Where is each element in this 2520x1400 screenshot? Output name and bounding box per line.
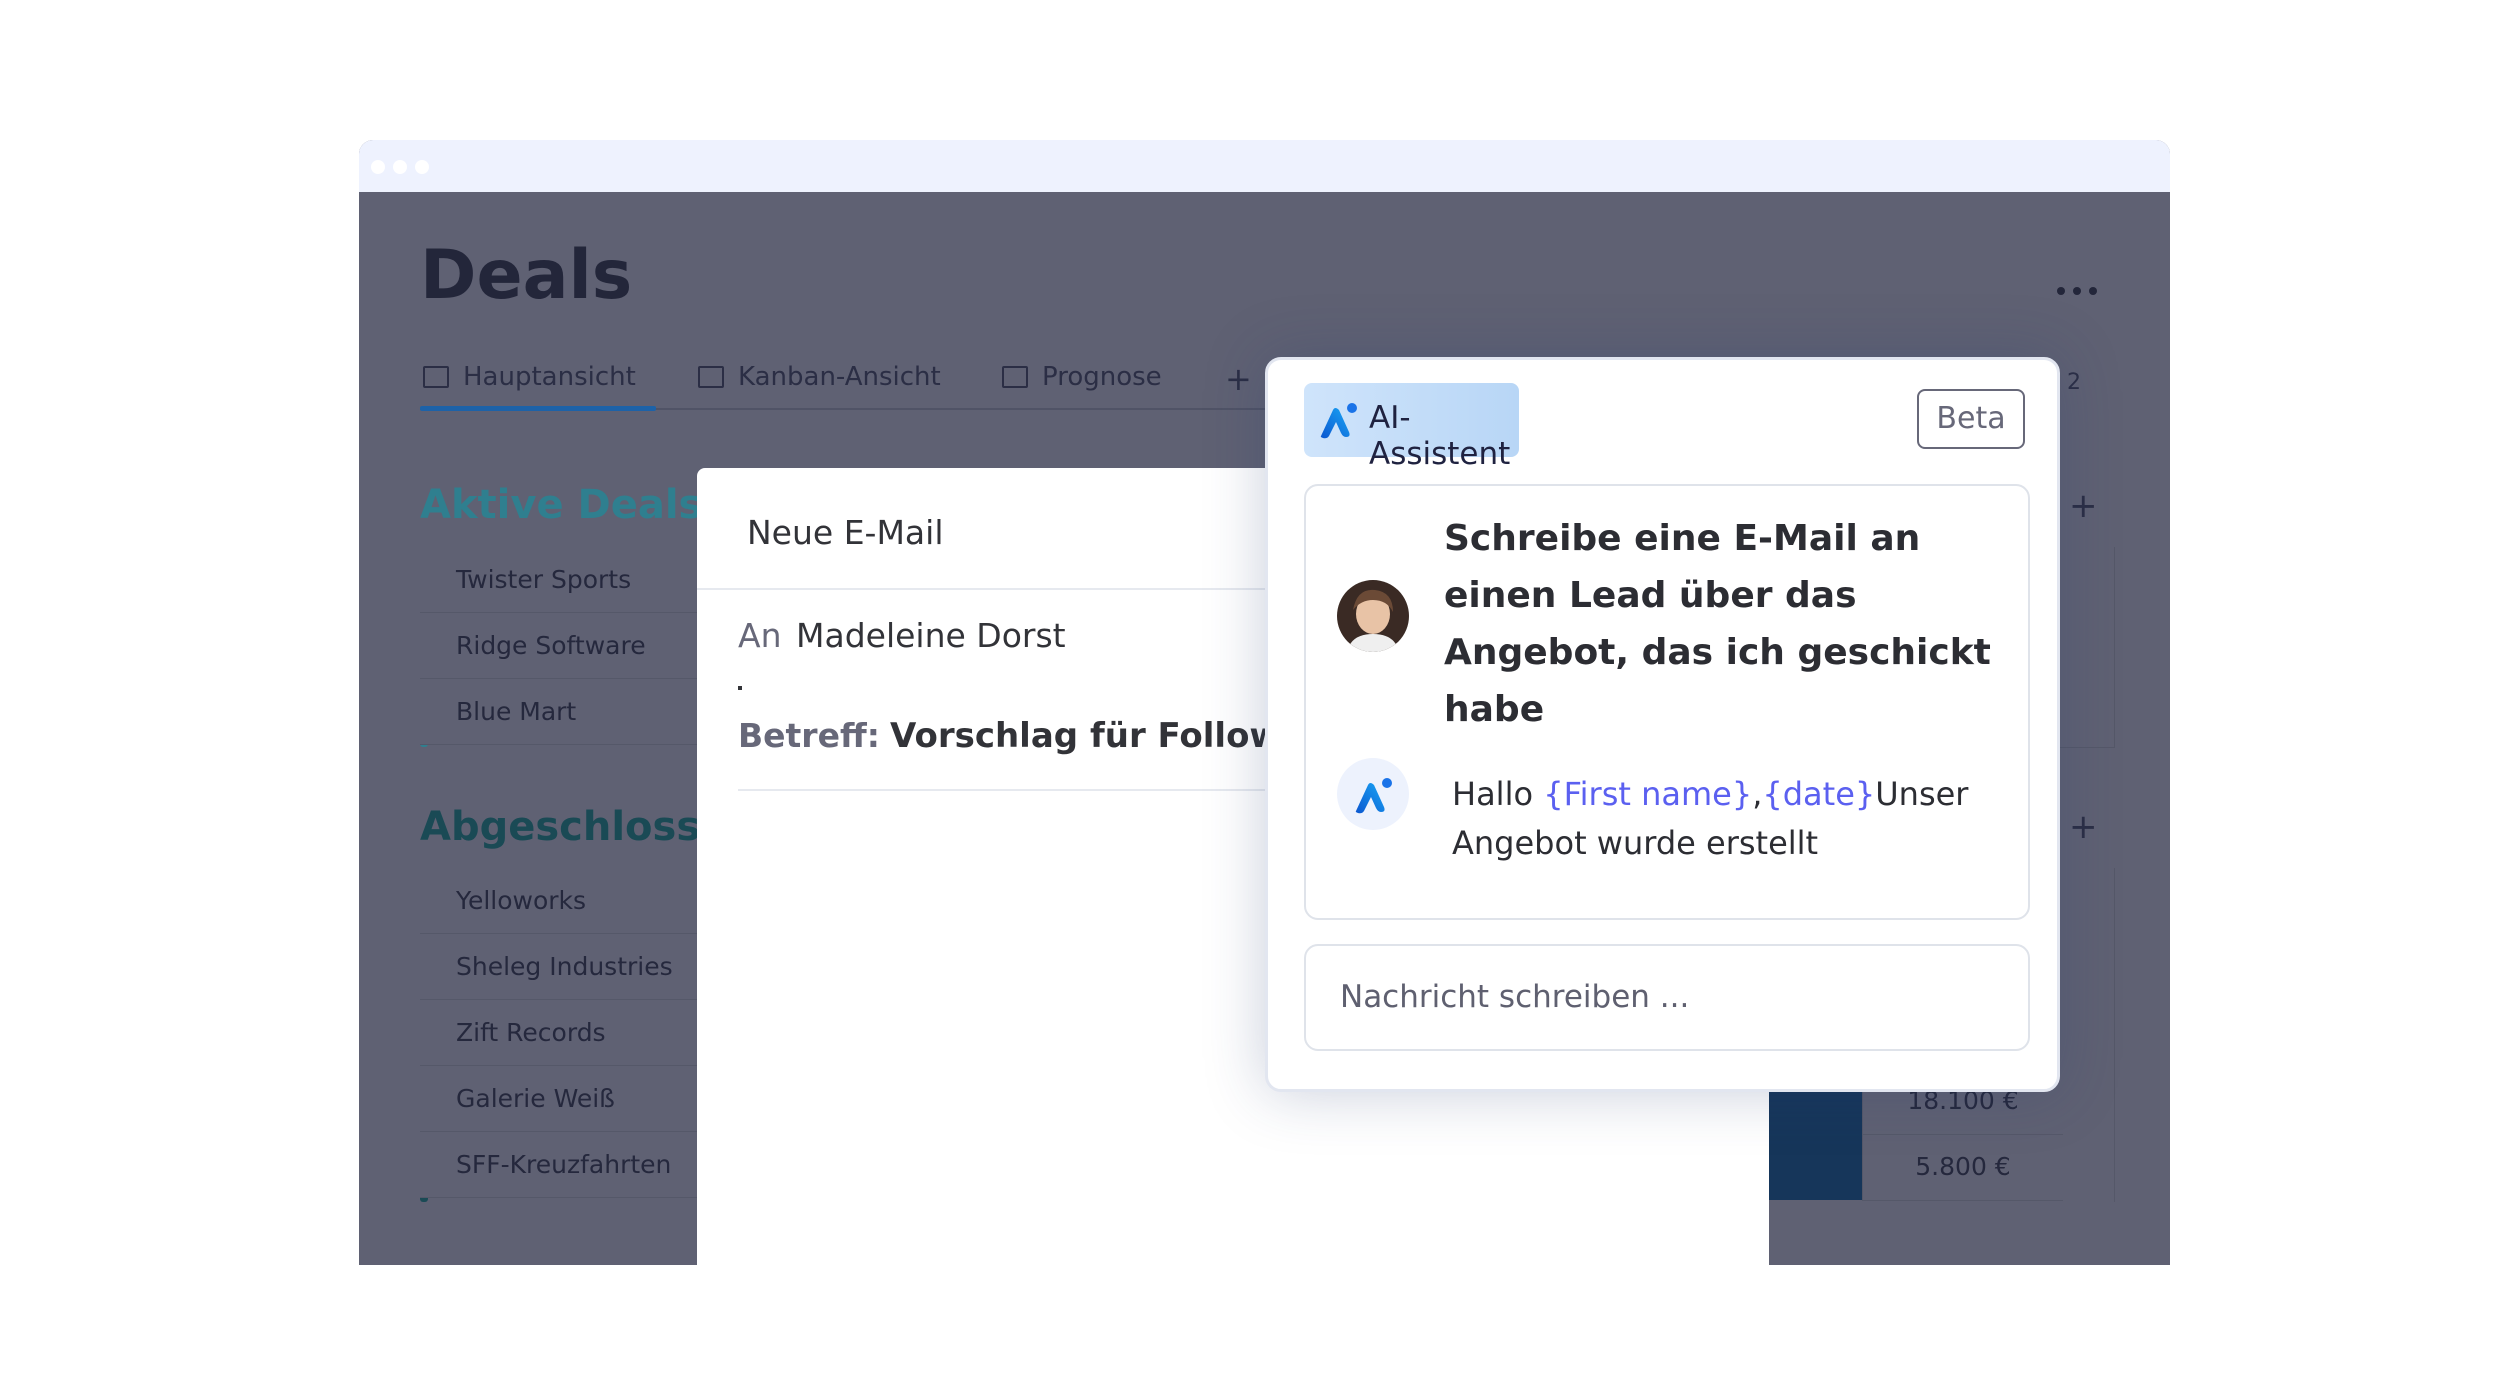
add-tab-button[interactable]: + xyxy=(1225,360,1252,398)
to-divider xyxy=(738,686,742,690)
list-item[interactable]: Yelloworks xyxy=(420,868,720,934)
window-titlebar xyxy=(359,140,2170,192)
ai-assistant-panel: AI-Assistent Beta Schreibe eine E-Mail a… xyxy=(1265,357,2060,1092)
more-options-icon[interactable] xyxy=(2057,280,2117,295)
reply-text: , xyxy=(1752,775,1763,813)
user-avatar-icon xyxy=(1337,580,1409,652)
chart-icon xyxy=(1002,366,1028,388)
tab-label: Prognose xyxy=(1042,362,1162,392)
group-title-aktive-deals[interactable]: Aktive Deals xyxy=(420,482,702,528)
status-cell[interactable] xyxy=(1769,1134,1862,1200)
reply-variable: {date} xyxy=(1762,775,1876,813)
list-item[interactable]: Ridge Software xyxy=(420,613,720,679)
reply-variable: {First name} xyxy=(1543,775,1753,813)
table-cell xyxy=(2059,547,2115,748)
email-title: Neue E-Mail xyxy=(747,513,944,552)
ai-reply-message: Hallo {First name},{date}Unser Angebot w… xyxy=(1452,770,1992,868)
tab-label: Hauptansicht xyxy=(463,362,636,392)
to-label: An xyxy=(738,616,782,655)
ai-logo-icon xyxy=(1320,403,1357,439)
subject-label: Betreff: xyxy=(738,716,880,755)
ai-assistant-title: AI-Assistent xyxy=(1369,400,1511,472)
list-item[interactable]: SFF-Kreuzfahrten xyxy=(420,1132,720,1198)
list-item[interactable]: Sheleg Industries xyxy=(420,934,720,1000)
add-column-button[interactable]: + xyxy=(2069,807,2098,847)
to-field[interactable]: Madeleine Dorst xyxy=(796,616,1066,655)
kanban-icon xyxy=(698,366,724,388)
beta-badge: Beta xyxy=(1917,389,2025,449)
list-item[interactable]: Galerie Weiß xyxy=(420,1066,720,1132)
tab-kanban-ansicht[interactable]: Kanban-Ansicht xyxy=(698,362,941,392)
group-rows-abgeschlossen: Yelloworks Sheleg Industries Zift Record… xyxy=(420,868,720,1198)
group-rows-aktive: Twister Sports Ridge Software Blue Mart xyxy=(420,547,720,745)
message-input[interactable]: Nachricht schreiben ... xyxy=(1304,944,2030,1051)
add-column-button[interactable]: + xyxy=(2069,486,2098,526)
tab-hauptansicht[interactable]: Hauptansicht xyxy=(423,362,636,392)
tab-label: Kanban-Ansicht xyxy=(738,362,941,392)
window-dot-close[interactable] xyxy=(371,160,385,174)
reply-text: Hallo xyxy=(1452,775,1544,813)
group-title-abgeschlossen[interactable]: Abgeschlosse xyxy=(420,804,727,850)
hidden-columns-count: 2 xyxy=(2067,370,2081,395)
ai-logo-icon xyxy=(1355,778,1392,814)
window-dot-maximize[interactable] xyxy=(415,160,429,174)
amount-cell[interactable]: 5.800 € xyxy=(1862,1134,2063,1201)
active-tab-indicator xyxy=(420,406,656,411)
tab-prognose[interactable]: Prognose xyxy=(1002,362,1162,392)
subject-field[interactable]: Vorschlag für Follow-u xyxy=(890,716,1319,756)
ai-assistant-header: AI-Assistent xyxy=(1304,383,1519,472)
list-item[interactable]: Zift Records xyxy=(420,1000,720,1066)
list-item[interactable]: Blue Mart xyxy=(420,679,720,745)
table-icon xyxy=(423,366,449,388)
chat-area: Schreibe eine E-Mail an einen Lead über … xyxy=(1304,484,2030,920)
ai-avatar xyxy=(1337,758,1409,830)
page-title: Deals xyxy=(420,236,633,315)
list-item[interactable]: Twister Sports xyxy=(420,547,720,613)
table-cell xyxy=(2059,868,2115,1202)
window-dot-minimize[interactable] xyxy=(393,160,407,174)
avatar xyxy=(1337,580,1409,652)
user-prompt-message: Schreibe eine E-Mail an einen Lead über … xyxy=(1444,518,1991,730)
